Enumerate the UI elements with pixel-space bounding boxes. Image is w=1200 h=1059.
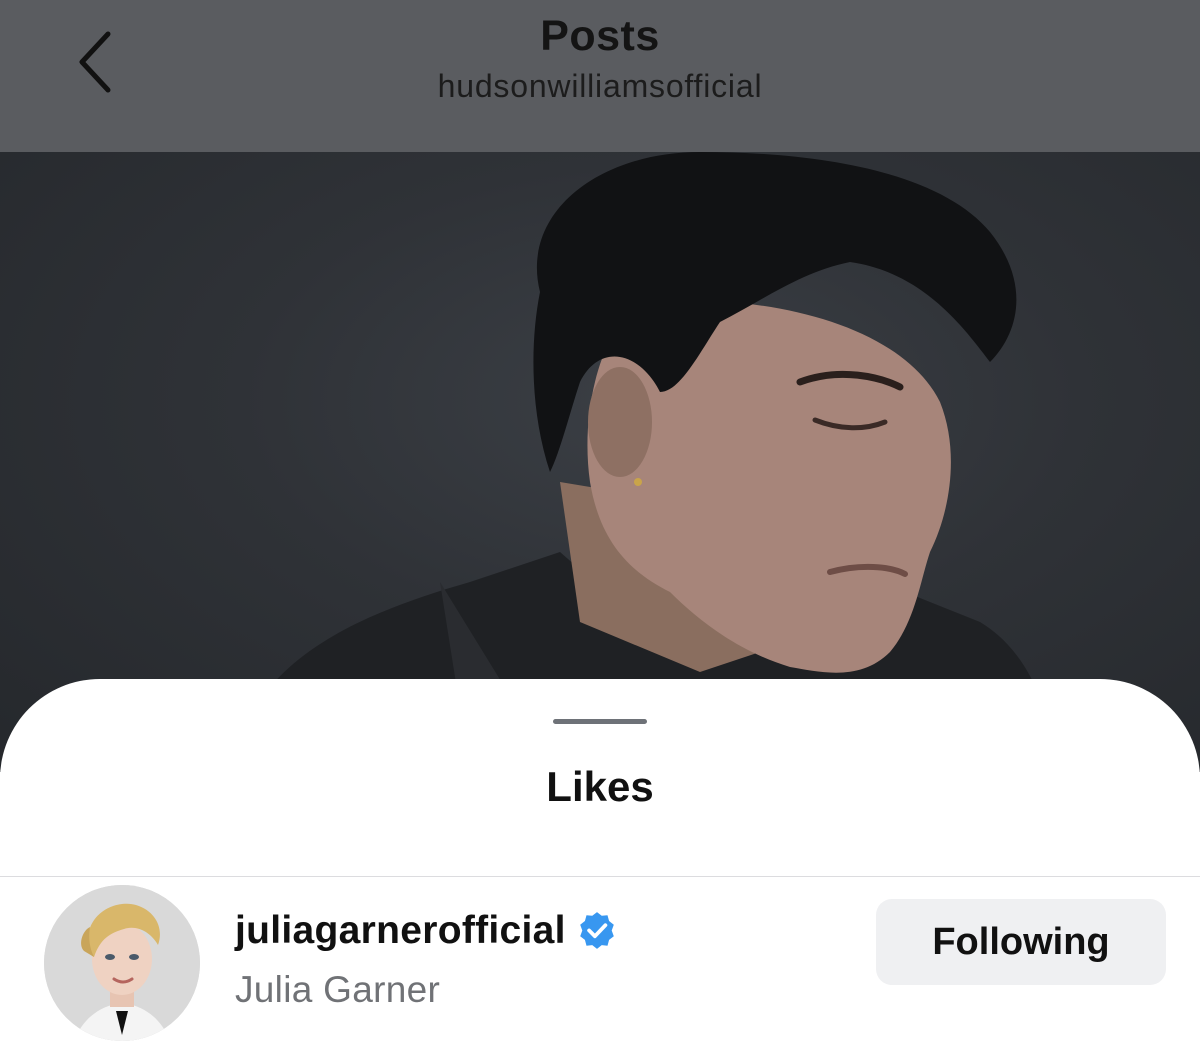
liker-full-name: Julia Garner xyxy=(235,969,441,1010)
page-title: Posts xyxy=(540,12,660,60)
avatar[interactable] xyxy=(44,885,200,1041)
sheet-grabber[interactable] xyxy=(553,719,647,724)
verified-badge-icon xyxy=(576,910,618,952)
likes-sheet: Likes juliagarnerofficial Julia Garner F… xyxy=(0,679,1200,1059)
list-item[interactable]: juliagarnerofficial Julia Garner Followi… xyxy=(0,877,1200,1047)
post-owner-username: hudsonwilliamsofficial xyxy=(437,68,763,104)
following-button[interactable]: Following xyxy=(876,899,1166,985)
posts-header: Posts hudsonwilliamsofficial xyxy=(0,0,1200,152)
sheet-title: Likes xyxy=(546,763,654,810)
instagram-likes-screen: Posts hudsonwilliamsofficial Likes julia… xyxy=(0,0,1200,1059)
avatar-portrait xyxy=(44,885,200,1041)
liker-username[interactable]: juliagarnerofficial xyxy=(235,909,566,953)
username-line: juliagarnerofficial xyxy=(235,909,618,953)
